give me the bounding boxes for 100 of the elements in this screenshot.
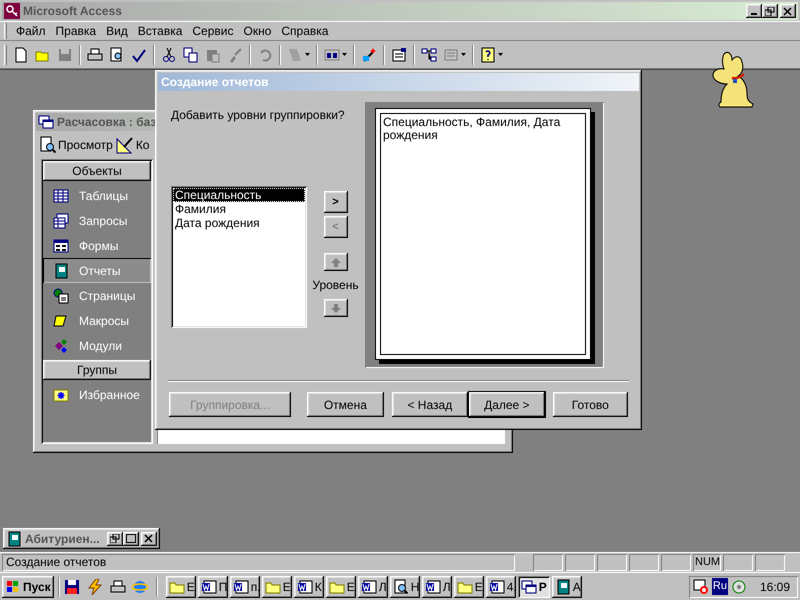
module-icon [53, 338, 69, 354]
menu-item[interactable]: Сервис [187, 22, 238, 40]
taskbar-button[interactable]: Е [454, 576, 484, 598]
cd-icon [730, 578, 747, 594]
level-label: Уровень [312, 277, 359, 294]
status-panel [565, 554, 595, 571]
report-icon [6, 530, 22, 546]
design-button[interactable]: Ко [116, 136, 150, 154]
menu-item[interactable]: Окно [238, 22, 276, 40]
close-icon [144, 534, 154, 543]
status-indicator: NUM [693, 554, 721, 571]
word-icon [360, 578, 377, 594]
favorites-icon [53, 386, 69, 402]
query-icon [53, 212, 69, 228]
taskbar-button[interactable]: Л [422, 576, 452, 598]
word-icon [232, 578, 249, 594]
taskbar-button[interactable]: Е [262, 576, 292, 598]
preview-icon [40, 136, 56, 154]
minimized-title: Абитуриен... [25, 530, 100, 548]
table-icon [53, 188, 69, 204]
macro-icon [53, 312, 69, 328]
word-icon [424, 578, 441, 594]
menu-item[interactable]: Файл [11, 22, 51, 40]
clock: 16:09 [760, 578, 790, 596]
taskbar-button[interactable]: Л [358, 576, 388, 598]
taskbar-button[interactable]: Р [518, 576, 550, 598]
menu-item[interactable]: Вставка [132, 22, 188, 40]
taskbar-button[interactable]: Н [390, 576, 420, 598]
move-up-button[interactable] [324, 253, 348, 271]
menu-item[interactable]: Вид [101, 22, 133, 40]
up-arrow-icon [330, 258, 340, 266]
object-item[interactable]: Макросы [43, 308, 151, 333]
field-item[interactable]: Специальность [173, 188, 305, 202]
restore-button[interactable] [762, 4, 778, 18]
object-item[interactable]: Избранное [43, 382, 151, 407]
close-button[interactable] [141, 532, 157, 546]
menu-item[interactable]: Правка [50, 22, 102, 40]
taskbar-button[interactable]: К [294, 576, 324, 598]
preview-button[interactable]: Просмотр [40, 136, 113, 154]
group-header[interactable]: Объекты [43, 161, 151, 181]
report-icon [53, 262, 69, 278]
taskbar-button[interactable]: Е [166, 576, 196, 598]
word-icon [200, 578, 217, 594]
dialog-button[interactable]: Готово [552, 392, 628, 417]
object-item[interactable]: Запросы [43, 208, 151, 233]
book-icon [554, 578, 571, 594]
down-arrow-icon [330, 304, 340, 312]
language-indicator[interactable]: Ru [712, 578, 728, 595]
restore-button[interactable] [107, 532, 123, 546]
close-button[interactable] [780, 4, 796, 18]
field-item[interactable]: Фамилия [173, 202, 305, 216]
taskbar-button[interactable]: П [198, 576, 228, 598]
restore-icon [765, 6, 775, 16]
database-title: Расчасовка : баз [57, 114, 156, 131]
minimize-button[interactable] [746, 4, 762, 18]
field-item[interactable]: Дата рождения [173, 216, 305, 230]
status-panel [755, 554, 785, 571]
dialog-button[interactable]: Отмена [307, 392, 384, 417]
object-item[interactable]: Страницы [43, 283, 151, 308]
object-item[interactable]: Модули [43, 333, 151, 358]
lightning-icon[interactable] [86, 578, 104, 594]
ruler-icon [116, 136, 134, 154]
taskbar-button[interactable]: Е [326, 576, 356, 598]
windows-icon [520, 578, 537, 594]
restore-icon [110, 534, 120, 543]
database-icon [38, 114, 54, 130]
maximize-icon [126, 534, 136, 543]
windows-logo-icon [5, 580, 21, 594]
close-icon [783, 6, 793, 16]
menu-item[interactable]: Справка [276, 22, 334, 40]
status-panel [597, 554, 627, 571]
status-panel [629, 554, 659, 571]
taskbar-button[interactable]: п. [230, 576, 260, 598]
taskbar-button[interactable]: А [552, 576, 582, 598]
magnifier-icon [392, 578, 409, 594]
dialog-title: Создание отчетов [161, 74, 269, 91]
page-icon [53, 288, 69, 304]
object-item[interactable]: Таблицы [43, 183, 151, 208]
key-icon [4, 3, 20, 19]
scheduler-icon [692, 578, 709, 594]
start-button[interactable]: Пуск [2, 576, 54, 598]
dialog-button[interactable]: < Назад [392, 392, 468, 417]
minimize-icon [751, 13, 757, 15]
maximize-button[interactable] [123, 532, 139, 546]
move-down-button[interactable] [324, 299, 348, 317]
status-panel [723, 554, 753, 571]
floppy-icon[interactable] [64, 578, 80, 594]
word-icon [296, 578, 313, 594]
status-panel [533, 554, 563, 571]
window-title: Microsoft Access [23, 3, 122, 20]
preview-text: Специальность, Фамилия, Дата рождения [383, 116, 562, 142]
status-text: Создание отчетов [2, 554, 515, 571]
printer-icon[interactable] [110, 578, 126, 594]
object-item[interactable]: Формы [43, 233, 151, 258]
status-panel [661, 554, 691, 571]
group-header[interactable]: Группы [43, 360, 151, 380]
move-button[interactable]: > [324, 191, 348, 213]
word-icon [488, 578, 505, 594]
dialog-button[interactable]: Далее > [469, 392, 545, 417]
taskbar-button[interactable]: 4. [486, 576, 516, 598]
